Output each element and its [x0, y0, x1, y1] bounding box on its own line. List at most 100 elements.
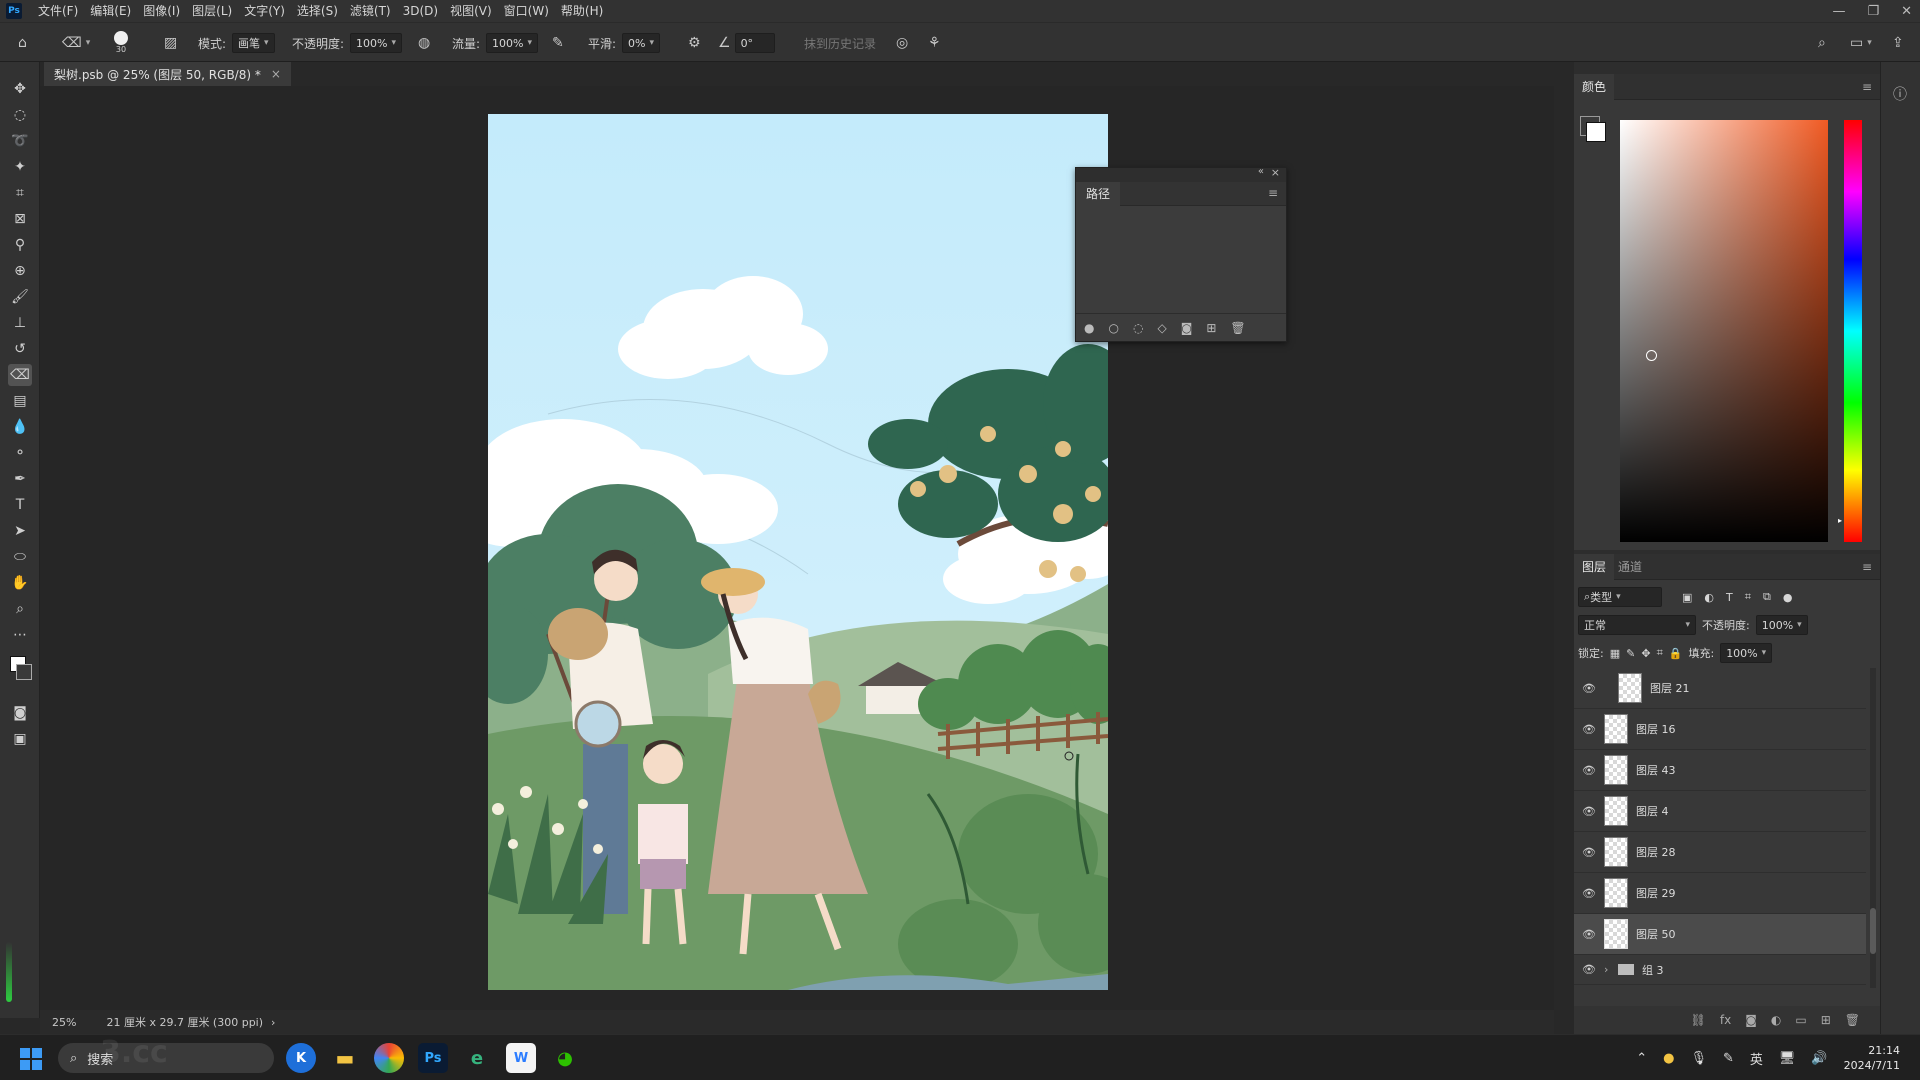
close-window-icon[interactable]: ✕: [1901, 4, 1912, 19]
visibility-eye-icon[interactable]: 👁: [1574, 682, 1604, 695]
hue-slider-handle[interactable]: ▸: [1838, 516, 1842, 525]
pen-icon[interactable]: ✎: [1723, 1051, 1734, 1066]
layers-scrollbar[interactable]: [1870, 668, 1876, 988]
blend-mode-select[interactable]: 正常 ▾: [1578, 615, 1696, 635]
fill-field[interactable]: 100% ▾: [1720, 643, 1773, 663]
filter-pixel-icon[interactable]: ▣: [1682, 591, 1692, 604]
menu-view[interactable]: 视图(V): [444, 0, 498, 22]
expand-arrow-icon[interactable]: ›: [1604, 963, 1618, 976]
blur-tool-icon[interactable]: 💧: [8, 416, 32, 438]
filter-shape-icon[interactable]: ⌗: [1745, 590, 1751, 604]
canvas-workspace[interactable]: [40, 86, 1554, 1010]
layer-row[interactable]: 👁 图层 4: [1574, 791, 1866, 832]
chevron-down-icon[interactable]: ▾: [86, 38, 91, 48]
flow-field[interactable]: 100% ▾: [486, 33, 539, 53]
lasso-tool-icon[interactable]: ➰: [8, 130, 32, 152]
zoom-tool-icon[interactable]: ⌕: [8, 598, 32, 620]
chevron-up-icon[interactable]: ⌃: [1636, 1051, 1647, 1066]
gradient-tool-icon[interactable]: ▤: [8, 390, 32, 412]
layer-row[interactable]: 👁 图层 29: [1574, 873, 1866, 914]
stamp-tool-icon[interactable]: ⊥: [8, 312, 32, 334]
new-path-icon[interactable]: ⊞: [1206, 321, 1216, 335]
start-button[interactable]: [20, 1048, 42, 1070]
visibility-eye-icon[interactable]: 👁: [1574, 723, 1604, 736]
network-icon[interactable]: 🖥: [1779, 1051, 1796, 1066]
document-tab[interactable]: 梨树.psb @ 25% (图层 50, RGB/8) * ×: [44, 62, 291, 86]
more-tools-icon[interactable]: ⋯: [8, 624, 32, 646]
menu-type[interactable]: 文字(Y): [238, 0, 291, 22]
photoshop-taskbar-icon[interactable]: Ps: [418, 1043, 448, 1073]
group-row[interactable]: 👁 › 组 3: [1574, 955, 1866, 985]
filter-adjustment-icon[interactable]: ◐: [1704, 591, 1714, 604]
type-tool-icon[interactable]: T: [8, 494, 32, 516]
visibility-eye-icon[interactable]: 👁: [1574, 805, 1604, 818]
hand-tool-icon[interactable]: ✋: [8, 572, 32, 594]
mode-select[interactable]: 画笔 ▾: [232, 33, 275, 53]
healing-brush-tool-icon[interactable]: ⊕: [8, 260, 32, 282]
layer-row[interactable]: 👁 图层 28: [1574, 832, 1866, 873]
history-brush-tool-icon[interactable]: ↺: [8, 338, 32, 360]
restore-icon[interactable]: ❐: [1867, 4, 1879, 19]
close-panel-icon[interactable]: ×: [1271, 166, 1280, 179]
angle-field[interactable]: 0°: [734, 33, 775, 53]
visibility-eye-icon[interactable]: 👁: [1574, 928, 1604, 941]
menu-file[interactable]: 文件(F): [32, 0, 84, 22]
wechat-icon[interactable]: ◕: [550, 1043, 580, 1073]
app-k-icon[interactable]: K: [286, 1043, 316, 1073]
workspace-icon[interactable]: ▭: [1850, 35, 1863, 51]
paths-panel-titlebar[interactable]: « ×: [1076, 166, 1286, 182]
frame-tool-icon[interactable]: ⊠: [8, 208, 32, 230]
opacity-field[interactable]: 100% ▾: [350, 33, 403, 53]
share-icon[interactable]: ⇪: [1892, 35, 1904, 51]
layer-filter-select[interactable]: ⌕ 类型 ▾: [1578, 587, 1662, 607]
new-group-icon[interactable]: ▭: [1795, 1013, 1806, 1027]
magic-wand-tool-icon[interactable]: ✦: [8, 156, 32, 178]
make-work-path-icon[interactable]: ◇: [1157, 321, 1166, 335]
lock-artboard-icon[interactable]: ⌗: [1657, 646, 1663, 660]
marquee-tool-icon[interactable]: ◌: [8, 104, 32, 126]
edge-browser-icon[interactable]: e: [462, 1043, 492, 1073]
close-tab-icon[interactable]: ×: [271, 67, 281, 81]
adjustment-layer-icon[interactable]: ◐: [1771, 1013, 1781, 1027]
airbrush-icon[interactable]: ✎: [552, 35, 564, 51]
dodge-tool-icon[interactable]: ⚬: [8, 442, 32, 464]
panel-menu-icon[interactable]: ≡: [1862, 80, 1872, 94]
info-icon[interactable]: ⓘ: [1893, 84, 1907, 104]
artwork-canvas[interactable]: [488, 114, 1108, 990]
brush-size-picker[interactable]: 30: [114, 23, 128, 63]
delete-layer-icon[interactable]: 🗑: [1845, 1013, 1860, 1027]
fx-icon[interactable]: fx: [1720, 1013, 1731, 1027]
app-w-icon[interactable]: W: [506, 1043, 536, 1073]
add-mask-icon[interactable]: ◙: [1181, 321, 1193, 335]
brush-settings-icon[interactable]: ▨: [164, 35, 177, 51]
visibility-eye-icon[interactable]: 👁: [1574, 764, 1604, 777]
input-language[interactable]: 英: [1750, 1049, 1763, 1068]
color-picker-cursor[interactable]: [1646, 350, 1657, 361]
collapse-icon[interactable]: «: [1258, 166, 1264, 177]
menu-layer[interactable]: 图层(L): [186, 0, 238, 22]
delete-path-icon[interactable]: 🗑: [1230, 321, 1245, 335]
zoom-level[interactable]: 25%: [52, 1016, 76, 1029]
visibility-eye-icon[interactable]: 👁: [1574, 963, 1604, 976]
saturation-brightness-field[interactable]: [1620, 120, 1828, 542]
lock-position-icon[interactable]: ✥: [1641, 647, 1650, 660]
new-layer-icon[interactable]: ⊞: [1821, 1013, 1831, 1027]
quick-mask-icon[interactable]: ◙: [8, 702, 32, 724]
color-app-icon[interactable]: [374, 1043, 404, 1073]
foreground-color-swatch[interactable]: [1586, 122, 1606, 142]
menu-filter[interactable]: 滤镜(T): [344, 0, 397, 22]
minimize-icon[interactable]: —: [1832, 4, 1845, 19]
fg-bg-colors-icon[interactable]: [8, 652, 32, 692]
lock-paint-icon[interactable]: ✎: [1626, 647, 1635, 660]
eraser-tool-icon[interactable]: ⌫: [8, 364, 32, 386]
tray-app-icon[interactable]: ●: [1663, 1051, 1674, 1066]
filter-type-icon[interactable]: T: [1726, 591, 1733, 604]
erase-to-history-checkbox[interactable]: 抹到历史记录: [804, 35, 876, 52]
symmetry-icon[interactable]: ⚘: [928, 35, 941, 51]
filter-toggle-icon[interactable]: ●: [1783, 591, 1793, 604]
menu-help[interactable]: 帮助(H): [555, 0, 609, 22]
menu-image[interactable]: 图像(I): [137, 0, 186, 22]
pen-tool-icon[interactable]: ✒: [8, 468, 32, 490]
hue-slider[interactable]: ▸: [1838, 120, 1862, 542]
menu-window[interactable]: 窗口(W): [498, 0, 555, 22]
